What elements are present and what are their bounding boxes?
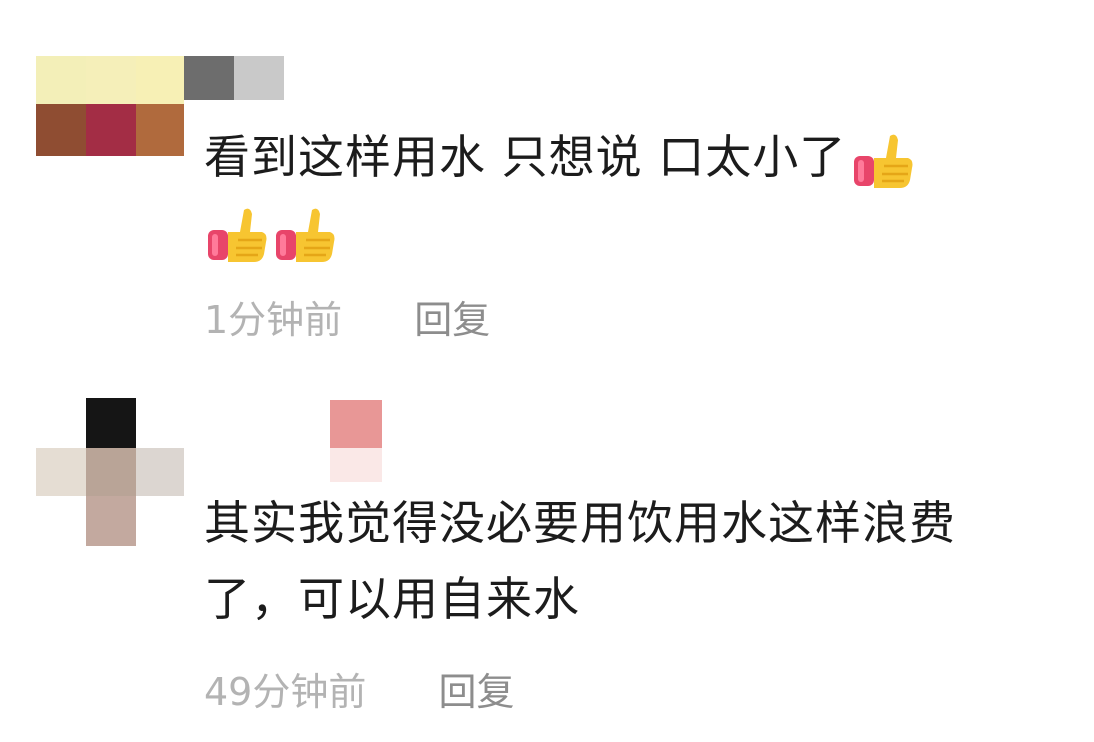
thumbs-up-icon bbox=[204, 202, 270, 268]
comment-text: 看到这样用水 只想说 口太小了 bbox=[204, 124, 916, 194]
avatar-censored[interactable] bbox=[36, 56, 184, 156]
thumbs-up-icon bbox=[272, 202, 338, 268]
avatar-censored[interactable] bbox=[36, 398, 184, 548]
username-censored[interactable] bbox=[184, 56, 284, 100]
comment-time: 49分钟前 bbox=[204, 670, 367, 714]
comment-meta: 1分钟前 回复 bbox=[204, 298, 490, 342]
reply-button[interactable]: 回复 bbox=[414, 298, 490, 342]
username-censored[interactable] bbox=[330, 400, 382, 482]
emoji-row bbox=[204, 198, 338, 268]
comment-time: 1分钟前 bbox=[204, 298, 343, 342]
comment-text-line: 了，可以用自来水 bbox=[204, 572, 580, 626]
comment-text: 其实我觉得没必要用饮用水这样浪费 了，可以用自来水 bbox=[204, 490, 956, 632]
comment-text-line: 看到这样用水 只想说 口太小了 bbox=[204, 130, 847, 184]
comment-item: 看到这样用水 只想说 口太小了 1分钟前 回复 bbox=[0, 0, 1094, 370]
comment-item: 其实我觉得没必要用饮用水这样浪费 了，可以用自来水 49分钟前 回复 bbox=[0, 370, 1094, 742]
comment-text-line: 其实我觉得没必要用饮用水这样浪费 bbox=[204, 496, 956, 550]
thumbs-up-icon bbox=[850, 128, 916, 194]
reply-button[interactable]: 回复 bbox=[438, 670, 514, 714]
comment-meta: 49分钟前 回复 bbox=[204, 670, 514, 714]
